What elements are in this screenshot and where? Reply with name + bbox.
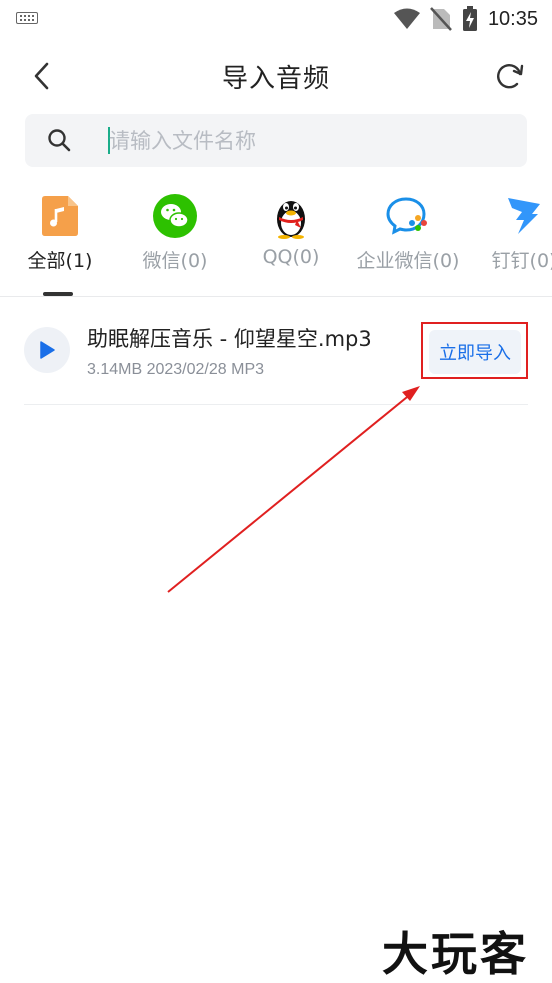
item-divider bbox=[24, 404, 528, 405]
music-file-icon bbox=[36, 192, 84, 240]
wecom-icon bbox=[384, 192, 432, 240]
tabs-divider bbox=[0, 296, 552, 297]
status-time: 10:35 bbox=[487, 7, 538, 30]
play-button[interactable] bbox=[24, 327, 70, 373]
highlight-box bbox=[421, 322, 528, 379]
search-icon bbox=[48, 129, 71, 152]
tab-wecom[interactable]: 企业微信(0) bbox=[348, 188, 468, 298]
status-bar: 10:35 bbox=[0, 0, 552, 38]
keyboard-icon bbox=[16, 12, 38, 24]
wifi-icon bbox=[393, 8, 420, 29]
header: 导入音频 bbox=[0, 48, 552, 104]
battery-charging-icon bbox=[462, 6, 477, 31]
file-name: 助眠解压音乐 - 仰望星空.mp3 bbox=[87, 327, 372, 351]
search-input[interactable] bbox=[109, 124, 489, 157]
refresh-button[interactable] bbox=[492, 58, 528, 94]
watermark-logo: 大玩客 bbox=[382, 927, 529, 981]
tab-dingtalk[interactable]: 钉钉(0) bbox=[464, 188, 552, 298]
status-icons: 10:35 bbox=[393, 5, 538, 33]
tab-wechat[interactable]: 微信(0) bbox=[115, 188, 235, 298]
tab-qq[interactable]: QQ(0) bbox=[231, 188, 351, 298]
source-tabs: 全部(1) 微信(0) QQ(0) 企业微信(0) 钉钉(0) bbox=[0, 188, 552, 298]
tab-all[interactable]: 全部(1) bbox=[0, 188, 120, 298]
page-title: 导入音频 bbox=[221, 64, 330, 94]
wechat-icon bbox=[151, 192, 199, 240]
no-sim-icon bbox=[430, 7, 452, 31]
tab-label: 钉钉(0) bbox=[491, 250, 552, 272]
qq-penguin-icon bbox=[267, 192, 315, 240]
search-bar[interactable] bbox=[25, 114, 527, 167]
file-meta: 3.14MB 2023/02/28 MP3 bbox=[87, 361, 265, 378]
play-icon bbox=[40, 341, 55, 359]
dingtalk-icon bbox=[500, 192, 548, 240]
refresh-icon bbox=[497, 64, 524, 89]
